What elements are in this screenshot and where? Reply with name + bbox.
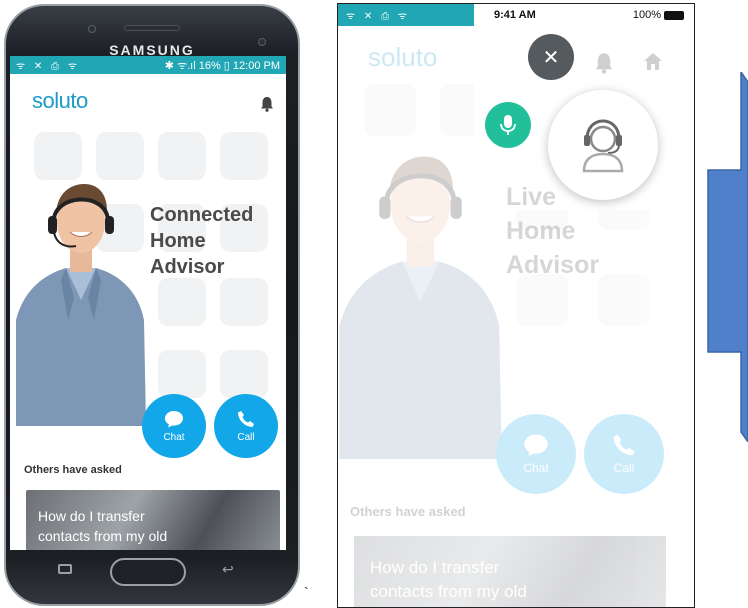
page-title: Connected Home Advisor [150, 202, 253, 280]
phone-icon [613, 434, 635, 456]
headset-agent-icon [582, 119, 624, 173]
close-icon: ✕ [542, 46, 560, 69]
phone1-screen: ᯤ ✕ ⎙ ᯤ ✱ ᯤ.ıl 16% ▯ 12:00 PM soluto Con… [10, 56, 286, 550]
recent-apps-icon[interactable] [58, 564, 72, 574]
battery-icon [664, 10, 684, 20]
service-tile[interactable] [220, 132, 268, 180]
stray-tick-mark: ` [304, 584, 309, 600]
android-nav-bar: ↩ [10, 552, 286, 596]
chat-label: Chat [523, 461, 549, 475]
close-button[interactable]: ✕ [528, 34, 574, 80]
chat-bubble-icon [524, 434, 548, 457]
call-button: Call [584, 414, 664, 494]
question-card: How do I transfer contacts from my old [354, 536, 666, 607]
headline-line: Advisor [506, 251, 600, 279]
chat-button[interactable]: Chat [142, 394, 206, 458]
status-battery: 100% [633, 9, 684, 21]
status-left-icons: ᯤ ✕ ⎙ ᯤ [16, 61, 80, 72]
service-tile [364, 84, 416, 136]
question-card-text: How do I transfer contacts from my old [38, 506, 167, 546]
chat-bubble-icon [165, 410, 183, 427]
battery-percent: 100% [632, 9, 661, 21]
service-tile[interactable] [220, 278, 268, 326]
front-camera [88, 25, 96, 33]
transition-arrow [707, 72, 748, 442]
service-tile[interactable] [158, 278, 206, 326]
headline-line: Home [506, 217, 576, 245]
microphone-button[interactable] [485, 102, 531, 148]
headline-line: Home [150, 230, 206, 252]
hardware-home-button[interactable] [110, 558, 186, 586]
call-button[interactable]: Call [214, 394, 278, 458]
microphone-icon [500, 115, 516, 135]
question-card[interactable]: How do I transfer contacts from my old [26, 490, 280, 550]
question-line: contacts from my old [370, 582, 527, 601]
back-icon[interactable]: ↩ [222, 562, 236, 576]
headline-line: Advisor [150, 256, 225, 278]
headline-line: Connected [150, 204, 254, 226]
question-line: How do I transfer [370, 558, 500, 577]
others-asked-heading: Others have asked [350, 504, 466, 519]
service-tile[interactable] [220, 350, 268, 398]
question-line: contacts from my old [38, 528, 168, 544]
home-icon[interactable] [642, 50, 664, 72]
bell-icon[interactable] [260, 96, 274, 112]
service-tile[interactable] [158, 350, 206, 398]
call-label: Call [613, 461, 635, 475]
status-left-icons: ᯤ ✕ ⎙ ᯤ [338, 4, 474, 26]
chat-label: Chat [163, 431, 185, 443]
service-tile[interactable] [158, 132, 206, 180]
page-title: Live Home Advisor [506, 180, 599, 282]
soluto-logo: soluto [368, 42, 438, 72]
status-right-info: ✱ ᯤ.ıl 16% ▯ 12:00 PM [164, 59, 280, 72]
phone-icon [238, 410, 254, 427]
others-asked-heading: Others have asked [24, 464, 122, 476]
app-header: soluto [10, 74, 286, 120]
status-time: 9:41 AM [494, 9, 536, 21]
android-status-bar: ᯤ ✕ ⎙ ᯤ ✱ ᯤ.ıl 16% ▯ 12:00 PM [10, 56, 286, 74]
question-line: How do I transfer [38, 508, 145, 524]
chat-button: Chat [496, 414, 576, 494]
bell-icon[interactable] [594, 52, 614, 74]
service-tile [598, 274, 650, 326]
earpiece-speaker [124, 25, 180, 31]
advisor-photo [16, 184, 146, 426]
soluto-logo: soluto [32, 88, 88, 113]
phone2-screen: ᯤ ✕ ⎙ ᯤ 9:41 AM 100% soluto Chat Call Ot… [337, 3, 695, 608]
question-card-text: How do I transfer contacts from my old [370, 556, 527, 604]
ios-status-bar: ᯤ ✕ ⎙ ᯤ 9:41 AM 100% [338, 4, 694, 26]
headline-line: Live [506, 183, 557, 211]
call-label: Call [237, 431, 255, 443]
